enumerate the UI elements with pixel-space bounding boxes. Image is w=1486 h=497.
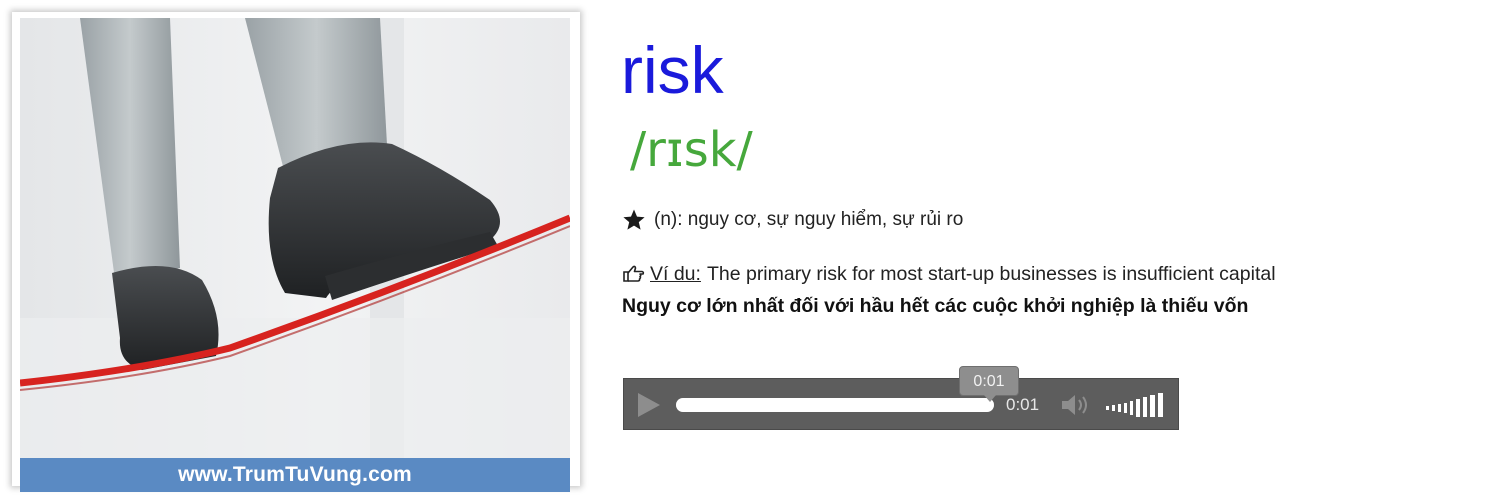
word-meaning: (n): nguy cơ, sự nguy hiểm, sự rủi ro	[622, 205, 963, 235]
site-url-banner: www.TrumTuVung.com	[20, 458, 570, 492]
volume-slider[interactable]	[1104, 391, 1168, 419]
seek-bar-progress	[676, 398, 994, 412]
play-icon	[638, 393, 660, 417]
meaning-text: (n): nguy cơ, sự nguy hiểm, sự rủi ro	[654, 209, 964, 230]
seek-bar[interactable]	[676, 398, 994, 412]
audio-player: 0:01	[623, 378, 1179, 430]
volume-level-bars	[1106, 393, 1163, 417]
example-translation: Nguy cơ lớn nhất đối với hầu hết các cuộ…	[622, 295, 1249, 317]
play-button[interactable]	[634, 391, 662, 419]
headword: risk	[621, 33, 724, 107]
elapsed-time: 0:01	[1006, 395, 1040, 414]
mute-button[interactable]	[1060, 391, 1094, 419]
word-image-card: www.TrumTuVung.com	[12, 12, 580, 492]
tightrope-illustration	[20, 18, 570, 458]
seek-time-tooltip: 0:01	[959, 366, 1019, 402]
star-icon	[622, 208, 646, 232]
example-text: The primary risk for most start-up busin…	[706, 263, 1276, 285]
example-label: Ví du:	[650, 263, 701, 285]
example-sentence: Ví du: The primary risk for most start-u…	[622, 259, 1276, 289]
volume-icon	[1062, 395, 1087, 415]
pointing-hand-icon	[622, 264, 646, 284]
tightrope-walker-image	[20, 18, 570, 458]
pronunciation-ipa: /rɪsk/	[630, 122, 753, 178]
